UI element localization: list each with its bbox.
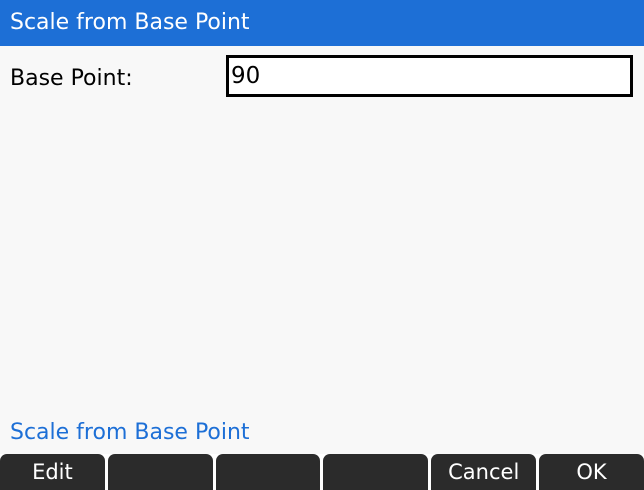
softkey-blank-4[interactable] (323, 454, 429, 490)
base-point-label: Base Point: (10, 66, 133, 91)
softkey-blank-2[interactable] (107, 454, 213, 490)
calculator-screen: Scale from Base Point Base Point: Scale … (0, 0, 644, 490)
ok-softkey[interactable]: OK (539, 454, 644, 490)
dialog-title: Scale from Base Point (10, 10, 250, 35)
cancel-softkey[interactable]: Cancel (431, 454, 537, 490)
edit-softkey[interactable]: Edit (0, 454, 105, 490)
title-bar: Scale from Base Point (0, 0, 644, 46)
base-point-input[interactable] (226, 55, 633, 97)
softkey-blank-3[interactable] (215, 454, 321, 490)
softkey-menu: Edit Cancel OK (0, 454, 644, 490)
help-text: Scale from Base Point (10, 420, 250, 445)
